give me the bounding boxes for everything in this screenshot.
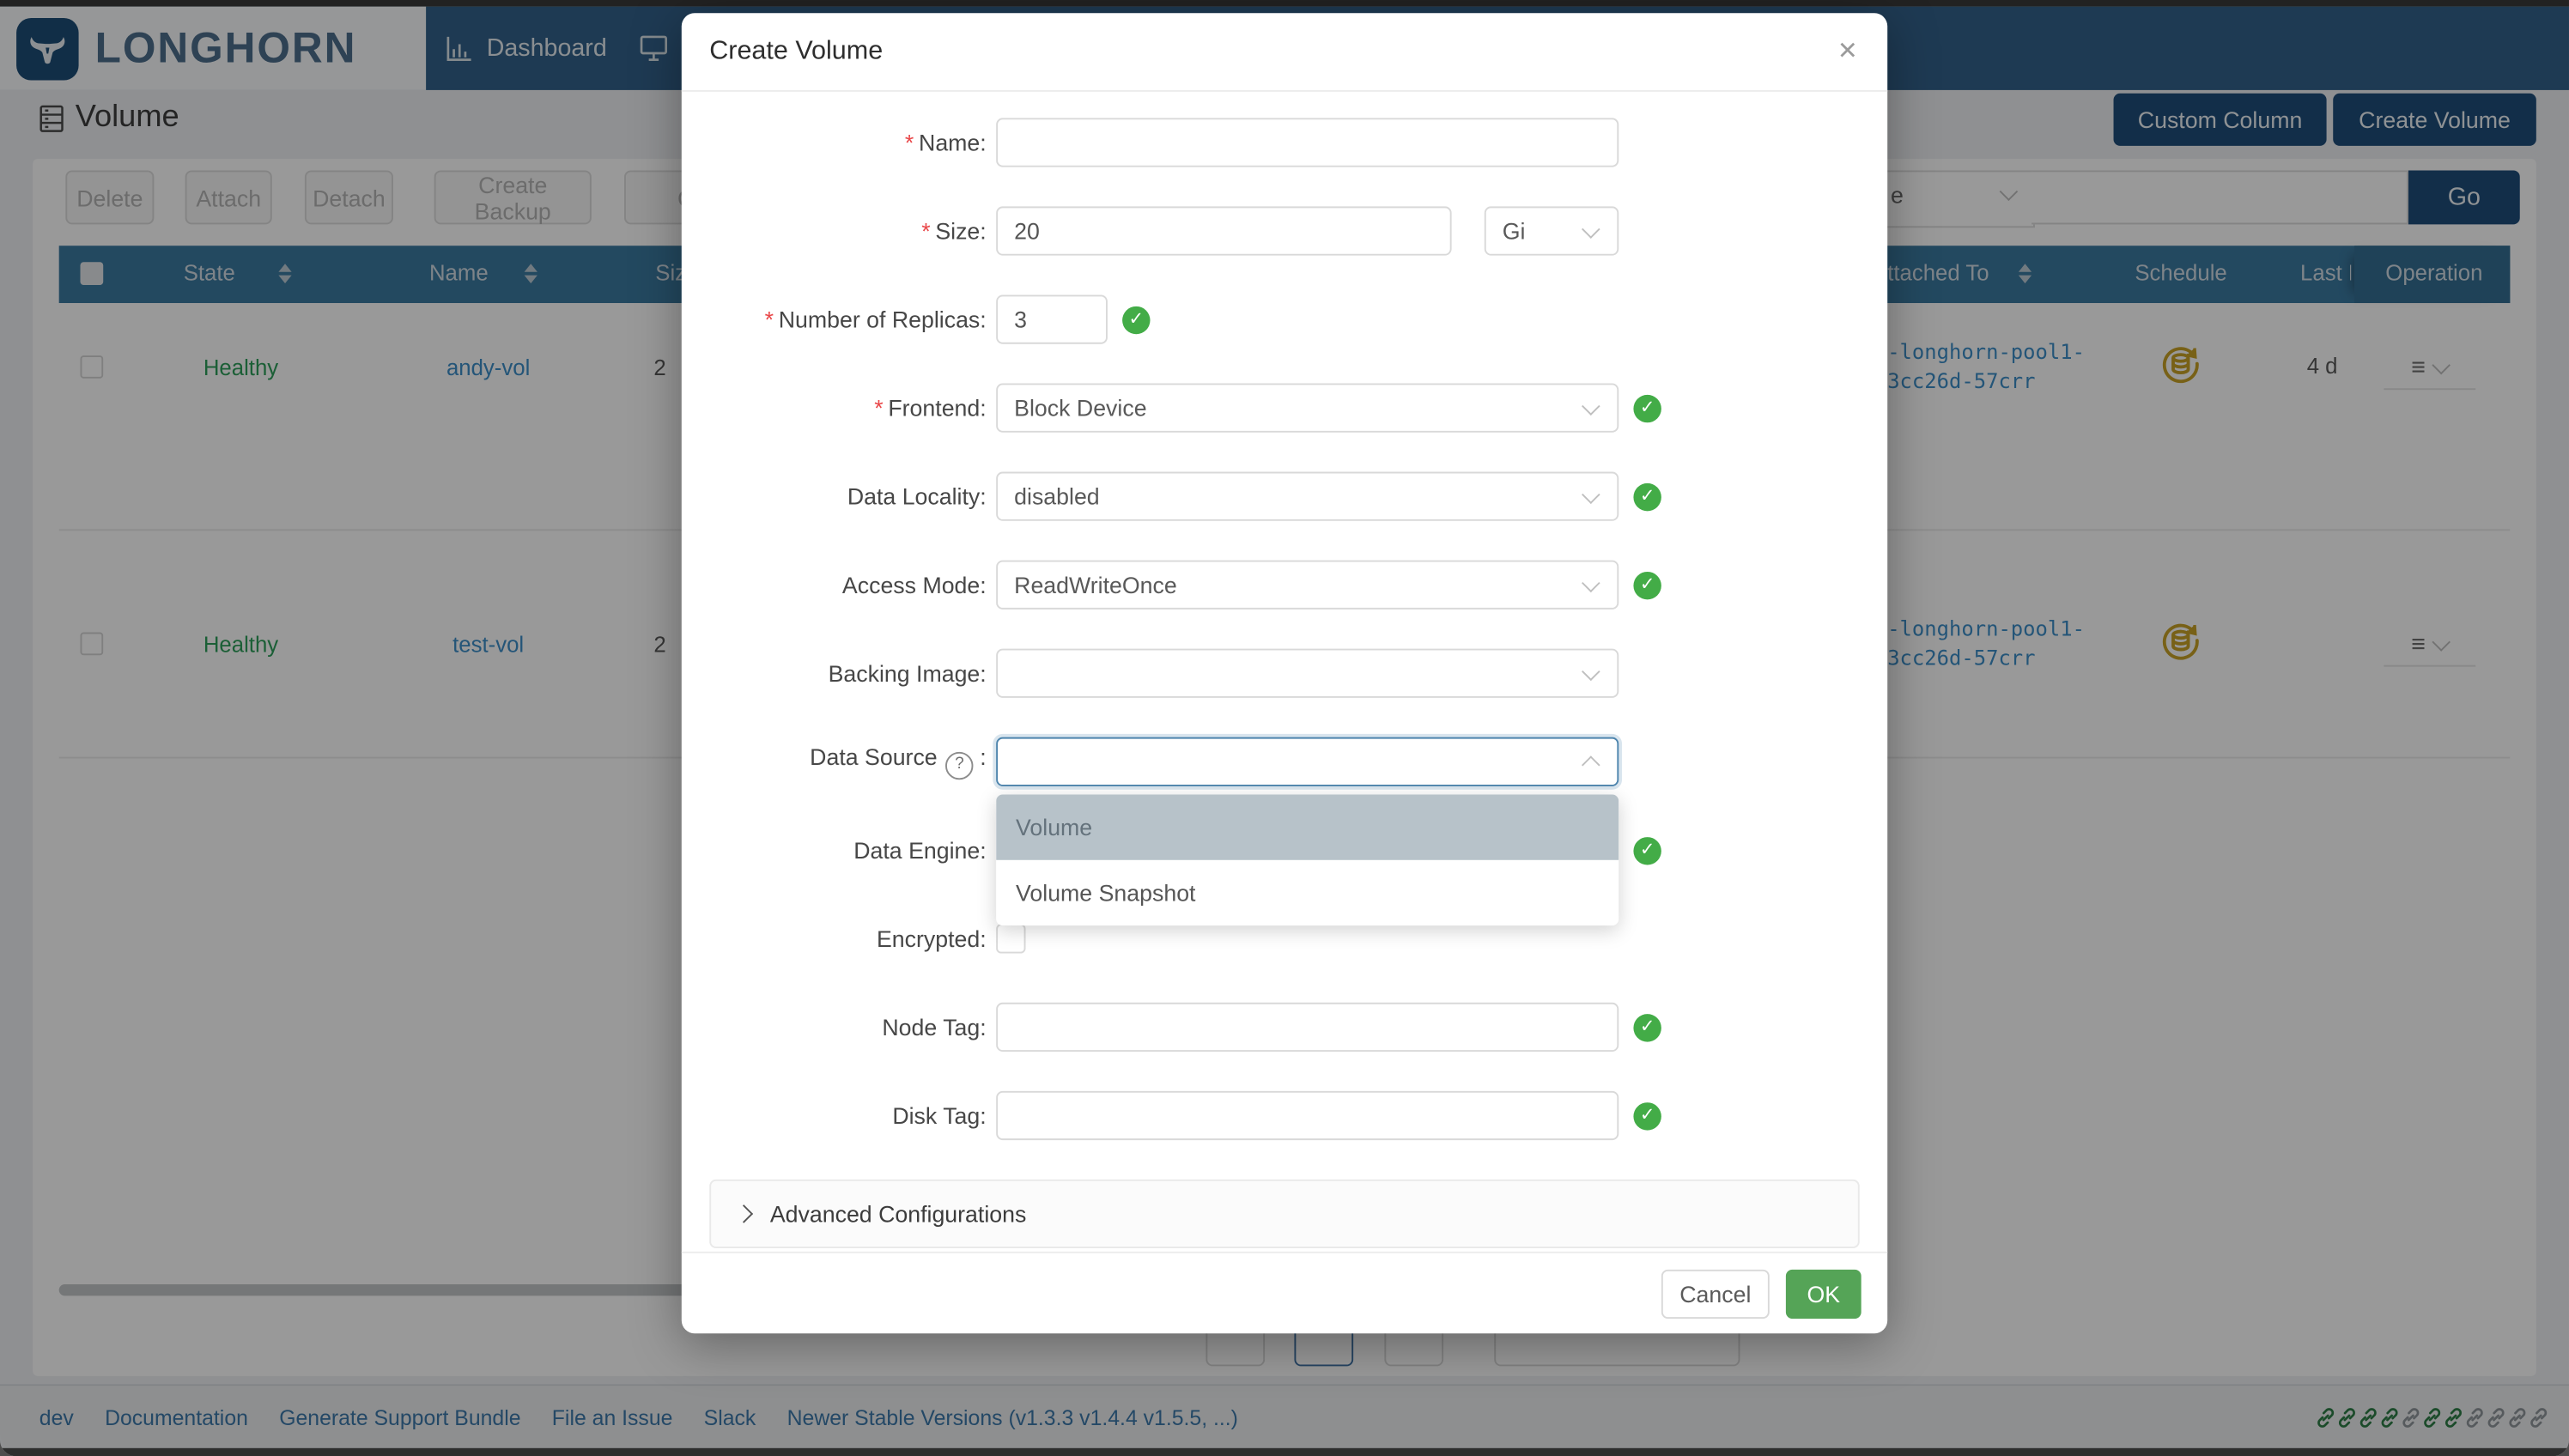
data-source-colon: : — [980, 743, 986, 770]
frontend-select[interactable]: Block Device — [996, 384, 1619, 433]
field-row-data-locality: Data Locality: disabled ✓ — [682, 472, 1887, 521]
required-mark: * — [921, 218, 930, 245]
required-mark: * — [874, 395, 883, 422]
data-locality-label: Data Locality: — [847, 483, 987, 510]
access-mode-label: Access Mode: — [842, 572, 987, 598]
replicas-label: Number of Replicas: — [779, 306, 987, 333]
name-label: Name: — [919, 130, 987, 156]
data-source-label: Data Source — [810, 743, 938, 770]
close-icon[interactable]: ✕ — [1837, 36, 1858, 65]
data-locality-value: disabled — [998, 483, 1100, 510]
backing-image-label: Backing Image: — [829, 660, 987, 687]
field-row-frontend: *Frontend: Block Device ✓ — [682, 384, 1887, 433]
disk-tag-input[interactable] — [996, 1091, 1619, 1140]
valid-check-icon: ✓ — [1633, 1101, 1661, 1129]
help-icon[interactable]: ? — [945, 752, 973, 780]
dropdown-option-volume[interactable]: Volume — [996, 794, 1619, 859]
chevron-down-icon — [1582, 396, 1600, 415]
node-tag-label: Node Tag: — [882, 1014, 986, 1040]
field-row-name: *Name: — [682, 118, 1887, 167]
advanced-configurations-label: Advanced Configurations — [770, 1201, 1027, 1228]
data-engine-label: Data Engine: — [853, 837, 986, 864]
valid-check-icon: ✓ — [1633, 571, 1661, 598]
valid-check-icon: ✓ — [1633, 394, 1661, 422]
size-unit-select[interactable]: Gi — [1485, 206, 1619, 255]
valid-check-icon: ✓ — [1122, 306, 1150, 333]
create-volume-modal: Create Volume ✕ *Name: *Size: Gi *Num — [682, 13, 1887, 1333]
chevron-down-icon — [1582, 573, 1600, 592]
valid-check-icon: ✓ — [1633, 836, 1661, 864]
modal-header: Create Volume ✕ — [682, 13, 1887, 92]
data-source-dropdown: Volume Volume Snapshot — [996, 794, 1619, 925]
advanced-configurations-toggle[interactable]: Advanced Configurations — [709, 1180, 1860, 1248]
valid-check-icon: ✓ — [1633, 482, 1661, 510]
size-input[interactable] — [996, 206, 1451, 255]
encrypted-checkbox[interactable] — [996, 924, 1025, 953]
cancel-button[interactable]: Cancel — [1661, 1269, 1770, 1318]
backing-image-select[interactable] — [996, 649, 1619, 698]
modal-title: Create Volume — [709, 37, 883, 66]
field-row-backing-image: Backing Image: — [682, 649, 1887, 698]
size-unit-value: Gi — [1486, 218, 1526, 245]
encrypted-label: Encrypted: — [877, 925, 987, 952]
chevron-down-icon — [1582, 219, 1600, 238]
frontend-value: Block Device — [998, 395, 1146, 422]
data-locality-select[interactable]: disabled — [996, 472, 1619, 521]
replicas-input[interactable] — [996, 294, 1108, 343]
modal-footer: Cancel OK — [682, 1252, 1887, 1333]
required-mark: * — [905, 130, 914, 156]
access-mode-value: ReadWriteOnce — [998, 572, 1177, 598]
field-row-node-tag: Node Tag: ✓ — [682, 1003, 1887, 1052]
chevron-down-icon — [1582, 485, 1600, 504]
field-row-size: *Size: Gi — [682, 206, 1887, 255]
required-mark: * — [765, 306, 774, 333]
frontend-label: Frontend: — [888, 395, 986, 422]
disk-tag-label: Disk Tag: — [892, 1102, 986, 1129]
screen: LONGHORN Dashboard Volume Custom Column … — [0, 0, 2569, 1456]
modal-body: *Name: *Size: Gi *Number of Replicas: ✓ — [682, 92, 1887, 1248]
chevron-right-icon — [735, 1204, 754, 1223]
dropdown-option-volume-snapshot[interactable]: Volume Snapshot — [996, 860, 1619, 925]
chevron-down-icon — [1582, 662, 1600, 681]
size-label: Size: — [935, 218, 986, 245]
access-mode-select[interactable]: ReadWriteOnce — [996, 561, 1619, 610]
chevron-up-icon — [1582, 755, 1600, 774]
valid-check-icon: ✓ — [1633, 1013, 1661, 1040]
data-source-select[interactable] — [996, 737, 1619, 786]
name-input[interactable] — [996, 118, 1619, 167]
node-tag-input[interactable] — [996, 1003, 1619, 1052]
ok-button[interactable]: OK — [1786, 1269, 1861, 1318]
field-row-disk-tag: Disk Tag: ✓ — [682, 1091, 1887, 1140]
field-row-access-mode: Access Mode: ReadWriteOnce ✓ — [682, 561, 1887, 610]
field-row-data-source: Data Source?: — [682, 737, 1887, 786]
field-row-replicas: *Number of Replicas: ✓ — [682, 294, 1887, 343]
